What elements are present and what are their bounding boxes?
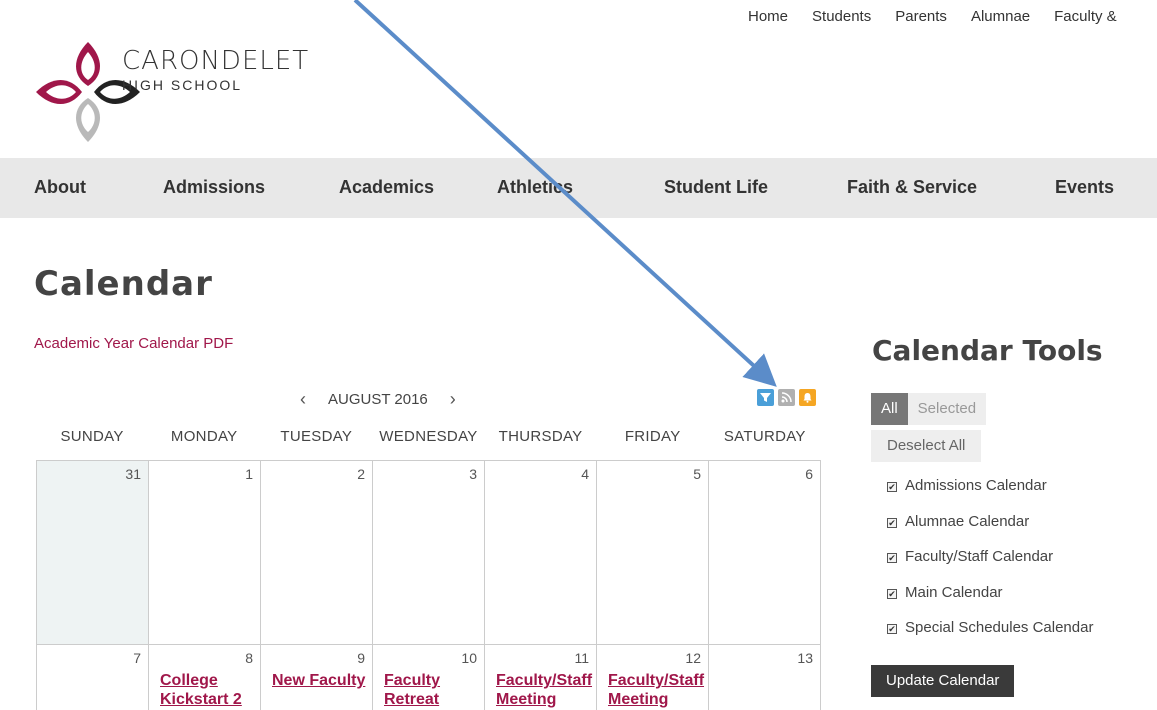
- main-nav-admissions[interactable]: Admissions: [163, 177, 265, 198]
- nav-link-alumnae[interactable]: Alumnae: [971, 8, 1030, 25]
- calendar-day-cell[interactable]: 1: [149, 461, 261, 645]
- day-number: 4: [581, 466, 589, 482]
- calendar-filter-toggle: All Selected: [871, 393, 987, 425]
- day-number: 2: [357, 466, 365, 482]
- update-calendar-button[interactable]: Update Calendar: [871, 665, 1015, 697]
- weekday-label: MONDAY: [170, 428, 238, 445]
- nav-link-parents[interactable]: Parents: [895, 8, 947, 25]
- calendar-option-label: Admissions Calendar: [905, 477, 1047, 494]
- main-nav-events[interactable]: Events: [1055, 177, 1114, 198]
- checkbox-checked-icon[interactable]: ✔: [887, 624, 897, 634]
- calendar-day-cell[interactable]: 8 College Kickstart 2: [149, 645, 261, 710]
- day-number: 9: [357, 650, 365, 666]
- main-nav-student-life[interactable]: Student Life: [664, 177, 768, 198]
- day-number: 5: [693, 466, 701, 482]
- weekday-label: FRIDAY: [624, 428, 681, 445]
- calendar-tool-icons: [757, 389, 816, 406]
- calendar-week: 31 1 2 3 4 5 6: [37, 461, 821, 645]
- weekday-header-row: SUNDAY MONDAY TUESDAY WEDNESDAY THURSDAY…: [36, 428, 821, 445]
- main-nav: About Admissions Academics Athletics Stu…: [0, 158, 1157, 218]
- weekday-label: SATURDAY: [723, 428, 806, 445]
- calendar-option[interactable]: ✔ Main Calendar: [887, 584, 1093, 620]
- day-number: 31: [125, 466, 141, 482]
- calendar-checkbox-list: ✔ Admissions Calendar ✔ Alumnae Calendar…: [887, 477, 1093, 655]
- calendar-event-link[interactable]: New Faculty: [272, 671, 370, 690]
- bell-icon[interactable]: [799, 389, 816, 406]
- main-nav-athletics[interactable]: Athletics: [497, 177, 573, 198]
- calendar-option[interactable]: ✔ Alumnae Calendar: [887, 513, 1093, 549]
- calendar-option-label: Alumnae Calendar: [905, 512, 1030, 530]
- main-nav-about[interactable]: About: [34, 177, 86, 198]
- utility-nav: Home Students Parents Alumnae Faculty &: [748, 8, 1141, 25]
- academic-calendar-pdf-link[interactable]: Academic Year Calendar PDF: [34, 335, 233, 352]
- main-nav-faith-service[interactable]: Faith & Service: [847, 177, 977, 198]
- calendar-option[interactable]: ✔ Special Schedules Calendar: [887, 619, 1093, 655]
- weekday-label: WEDNESDAY: [379, 428, 478, 445]
- nav-link-students[interactable]: Students: [812, 8, 871, 25]
- show-all-button[interactable]: All: [871, 393, 908, 425]
- calendar-day-cell[interactable]: 2: [261, 461, 373, 645]
- calendar-day-cell[interactable]: 11 Faculty/Staff Meeting: [485, 645, 597, 710]
- calendar-day-cell[interactable]: 6: [709, 461, 821, 645]
- calendar-day-cell[interactable]: 13: [709, 645, 821, 710]
- logo-wordmark[interactable]: CARONDELET HIGH SCHOOL: [122, 46, 309, 93]
- nav-link-home[interactable]: Home: [748, 8, 788, 25]
- calendar-event-link[interactable]: College Kickstart 2: [160, 671, 258, 709]
- calendar-option-label: Faculty/Staff Calendar: [905, 548, 1054, 565]
- day-number: 1: [245, 466, 253, 482]
- weekday-label: SUNDAY: [60, 428, 124, 445]
- day-number: 7: [133, 650, 141, 666]
- calendar-option-label: Special Schedules Calendar: [905, 619, 1094, 636]
- calendar-day-cell[interactable]: 5: [597, 461, 709, 645]
- calendar-option[interactable]: ✔ Admissions Calendar: [887, 477, 1093, 513]
- month-navigation: ‹ AUGUST 2016 ›: [300, 389, 456, 410]
- calendar-day-cell[interactable]: 4: [485, 461, 597, 645]
- next-month-button[interactable]: ›: [450, 389, 456, 410]
- calendar-event-link[interactable]: Faculty Retreat: [384, 671, 482, 709]
- calendar-week: 7 8 College Kickstart 2 9 New Faculty 10…: [37, 645, 821, 710]
- day-number: 12: [685, 650, 701, 666]
- main-nav-academics[interactable]: Academics: [339, 177, 434, 198]
- calendar-grid: 31 1 2 3 4 5 6 7 8 College Kickstart 2 9…: [36, 460, 821, 710]
- prev-month-button[interactable]: ‹: [300, 389, 306, 410]
- calendar-option[interactable]: ✔ Faculty/Staff Calendar: [887, 548, 1093, 584]
- weekday-label: TUESDAY: [280, 428, 353, 445]
- page-title: Calendar: [34, 264, 213, 304]
- day-number: 3: [469, 466, 477, 482]
- calendar-day-cell[interactable]: 9 New Faculty: [261, 645, 373, 710]
- school-name: CARONDELET: [122, 46, 310, 76]
- calendar-tools-title: Calendar Tools: [872, 334, 1103, 367]
- calendar-day-cell[interactable]: 7: [37, 645, 149, 710]
- day-number: 6: [805, 466, 813, 482]
- checkbox-checked-icon[interactable]: ✔: [887, 517, 897, 528]
- month-label: AUGUST 2016: [328, 391, 428, 408]
- checkbox-checked-icon[interactable]: ✔: [887, 588, 897, 599]
- show-selected-button[interactable]: Selected: [907, 393, 987, 425]
- calendar-day-cell[interactable]: 31: [37, 461, 149, 645]
- calendar-option-label: Main Calendar: [905, 583, 1003, 601]
- rss-icon[interactable]: [778, 389, 795, 406]
- checkbox-checked-icon[interactable]: ✔: [887, 482, 897, 492]
- day-number: 13: [797, 650, 813, 666]
- checkbox-checked-icon[interactable]: ✔: [887, 553, 897, 563]
- day-number: 11: [574, 650, 589, 666]
- day-number: 8: [245, 650, 253, 666]
- calendar-day-cell[interactable]: 12 Faculty/Staff Meeting: [597, 645, 709, 710]
- calendar-event-link[interactable]: Faculty/Staff Meeting: [496, 671, 594, 709]
- day-number: 10: [461, 650, 477, 666]
- nav-link-faculty[interactable]: Faculty &: [1054, 8, 1117, 25]
- filter-icon[interactable]: [757, 389, 774, 406]
- calendar-day-cell[interactable]: 3: [373, 461, 485, 645]
- calendar-event-link[interactable]: Faculty/Staff Meeting: [608, 671, 706, 709]
- deselect-all-button[interactable]: Deselect All: [871, 430, 982, 462]
- calendar-day-cell[interactable]: 10 Faculty Retreat: [373, 645, 485, 710]
- school-subtitle: HIGH SCHOOL: [122, 77, 243, 93]
- weekday-label: THURSDAY: [498, 428, 583, 445]
